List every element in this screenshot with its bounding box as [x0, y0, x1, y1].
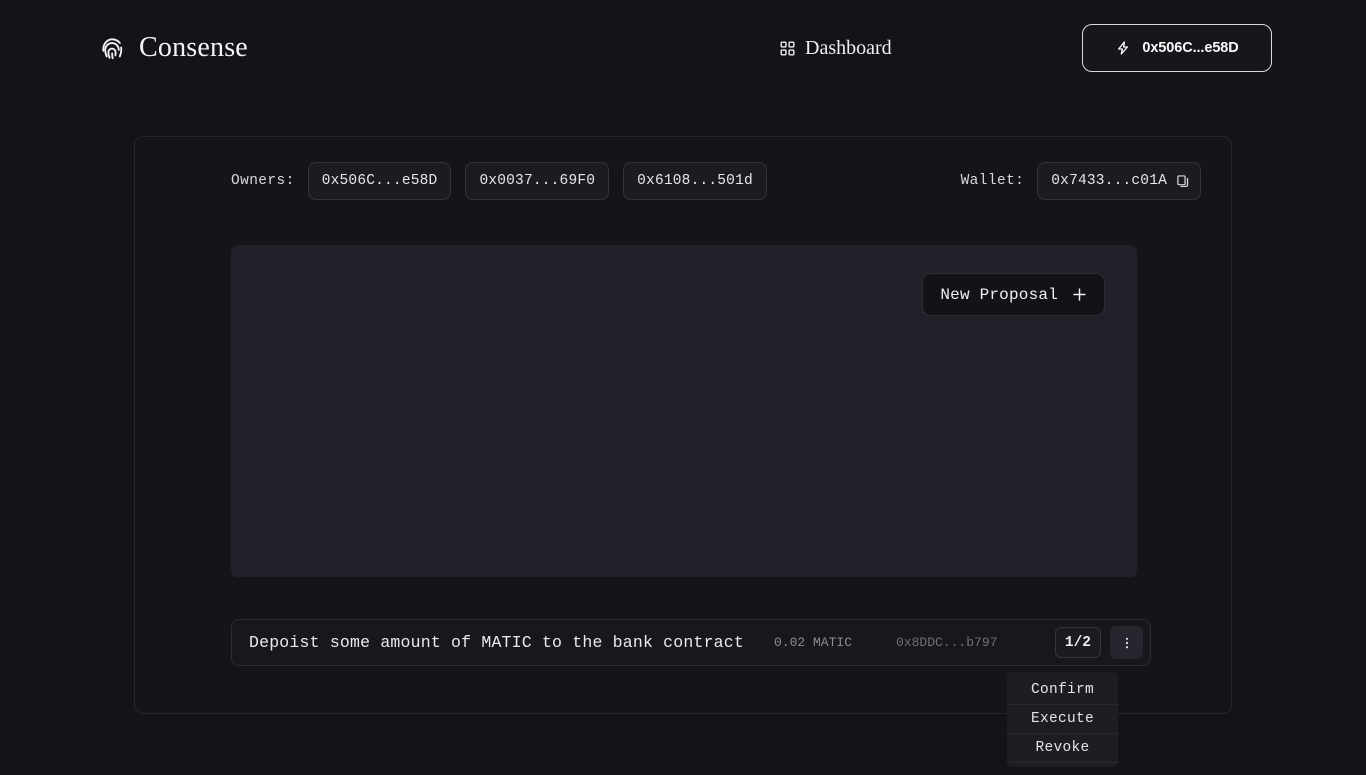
lightning-bolt-icon [1115, 40, 1131, 56]
owners-list: 0x506C...e58D 0x0037...69F0 0x6108...501… [307, 162, 767, 200]
owner-address-text: 0x506C...e58D [321, 173, 438, 189]
menu-item-execute-label: Execute [1030, 711, 1094, 727]
brand-logo-link[interactable]: Consense [98, 34, 248, 62]
new-proposal-button[interactable]: New Proposal [922, 273, 1105, 316]
proposal-action-menu: Confirm Execute Revoke [1007, 672, 1118, 767]
nav-item-dashboard[interactable]: Dashboard [780, 38, 892, 58]
owner-address-chip[interactable]: 0x0037...69F0 [465, 162, 610, 200]
nav-item-dashboard-label: Dashboard [805, 37, 892, 59]
proposal-title: Depoist some amount of MATIC to the bank… [249, 633, 744, 652]
wallet-address-chip[interactable]: 0x7433...c01A [1037, 162, 1201, 200]
wallet-address-text: 0x7433...c01A [1051, 173, 1167, 189]
plus-icon [1072, 287, 1087, 302]
owner-address-text: 0x0037...69F0 [479, 173, 596, 189]
grid-dashboard-icon [780, 41, 795, 56]
proposal-destination-address: 0x8DDC...b797 [896, 635, 998, 650]
owners-label: Owners: [231, 173, 295, 189]
card-meta-row: Owners: 0x506C...e58D 0x0037...69F0 0x61… [135, 159, 1231, 203]
menu-item-revoke[interactable]: Revoke [1007, 734, 1118, 763]
wallet-label: Wallet: [960, 173, 1025, 189]
app-header: Consense Dashboard 0x506C...e58D [0, 0, 1366, 96]
new-proposal-label: New Proposal [940, 285, 1058, 304]
vertical-dots-icon [1120, 636, 1134, 650]
proposal-amount: 0.02 MATIC [773, 635, 852, 650]
owner-address-text: 0x6108...501d [637, 173, 753, 189]
connected-wallet-address: 0x506C...e58D [1142, 40, 1239, 56]
brand-name: Consense [139, 32, 248, 63]
multisig-card: Owners: 0x506C...e58D 0x0037...69F0 0x61… [134, 136, 1232, 714]
menu-item-execute[interactable]: Execute [1007, 705, 1118, 734]
wallet-info: Wallet: 0x7433...c01A [961, 162, 1201, 200]
copy-icon[interactable] [1176, 174, 1190, 188]
menu-item-revoke-label: Revoke [1035, 740, 1090, 756]
menu-item-confirm-label: Confirm [1030, 682, 1094, 698]
proposal-row[interactable]: Depoist some amount of MATIC to the bank… [231, 619, 1151, 666]
owner-address-chip[interactable]: 0x6108...501d [623, 162, 767, 200]
menu-item-confirm[interactable]: Confirm [1007, 676, 1118, 705]
proposal-menu-button[interactable] [1110, 626, 1143, 659]
proposals-panel: New Proposal [231, 245, 1137, 577]
connected-wallet-button[interactable]: 0x506C...e58D [1082, 24, 1272, 72]
fingerprint-icon [98, 34, 126, 62]
owner-address-chip[interactable]: 0x506C...e58D [307, 162, 452, 200]
proposal-confirmation-count: 1/2 [1054, 627, 1101, 658]
